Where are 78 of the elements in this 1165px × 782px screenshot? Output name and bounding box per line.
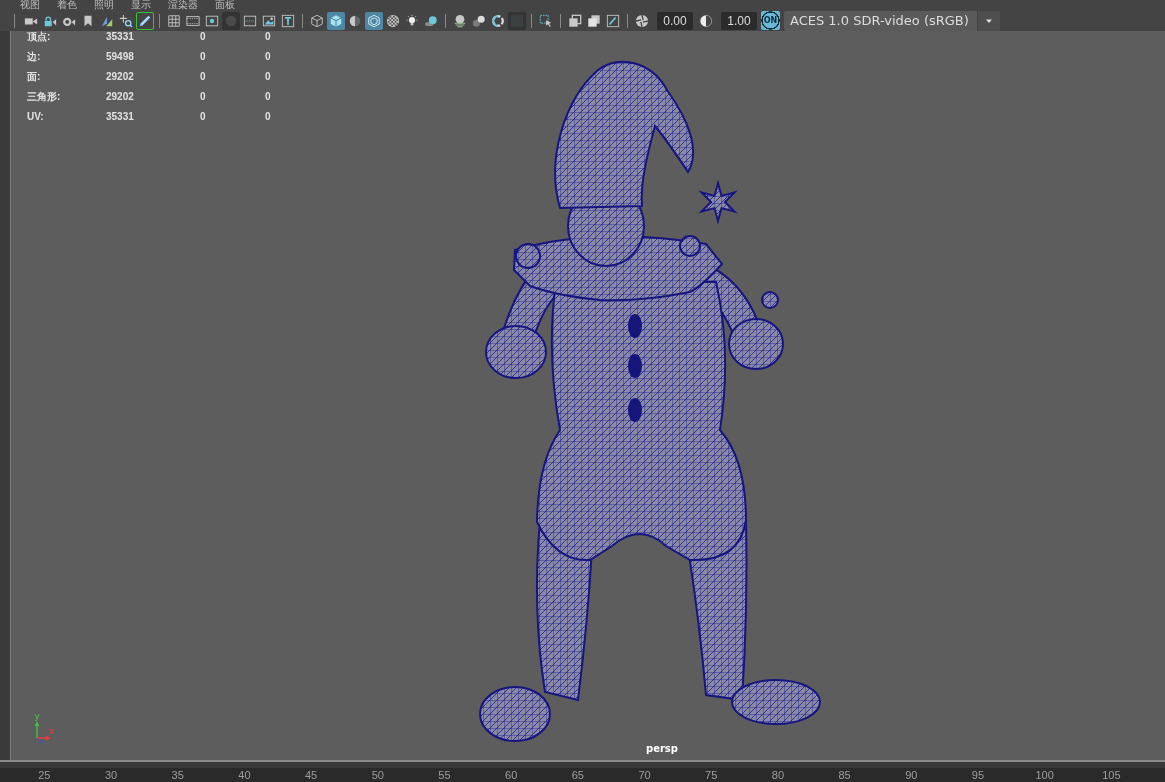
ruler-number: 45	[303, 768, 319, 782]
stat-label: 边:	[27, 52, 42, 62]
stat-label: 三角形:	[27, 92, 62, 102]
wireframe-cube-icon	[310, 13, 324, 28]
ruler-number: 95	[970, 768, 986, 782]
stat-value: 35331	[106, 32, 135, 42]
menu-item[interactable]: 视图	[20, 0, 40, 10]
toolbar-button[interactable]	[327, 11, 345, 30]
view-transform-dropdown[interactable]: ACES 1.0 SDR-video (sRGB)	[784, 10, 1000, 31]
ruler-number: 65	[570, 768, 585, 782]
shadow-sphere-icon	[424, 13, 438, 28]
ruler-number: 80	[770, 768, 786, 782]
stat-value: 0	[200, 72, 207, 82]
menu-item[interactable]: 着色	[57, 0, 77, 10]
menu-item[interactable]: 照明	[94, 0, 114, 10]
stat-value: 35331	[106, 112, 135, 122]
menu-item[interactable]: 显示	[131, 0, 151, 10]
menu-item[interactable]: 渲染器	[168, 0, 198, 10]
ruler-number: 70	[637, 768, 652, 782]
stat-value: 0	[200, 92, 207, 102]
axis-label: x	[49, 726, 55, 736]
shaded-cube-icon	[329, 13, 343, 28]
film-icon	[186, 13, 200, 28]
ruler-number: 30	[103, 768, 119, 782]
ruler-number: 55	[437, 768, 452, 782]
overlap-squares-icon	[587, 13, 601, 28]
ruler-number: 50	[370, 768, 385, 782]
stat-value: 59498	[106, 52, 135, 62]
ruler-number: 35	[170, 768, 185, 782]
ruler-number: 60	[504, 768, 519, 782]
ruler-number: 75	[704, 768, 719, 782]
camera-name-label: persp	[646, 743, 678, 755]
ring-icon	[491, 13, 505, 28]
axis-label: y	[34, 711, 40, 721]
camera-lock-icon	[43, 13, 57, 28]
stat-value: 0	[265, 72, 271, 82]
pencil-icon	[138, 13, 152, 28]
aperture-icon	[635, 13, 649, 28]
stat-label: UV:	[27, 112, 45, 122]
stat-value: 0	[200, 112, 207, 122]
stat-label: 面:	[27, 72, 42, 82]
text-frame-icon	[281, 13, 295, 28]
striped-sphere-icon	[453, 13, 467, 28]
ruler-number: 40	[237, 768, 252, 782]
gamma-field[interactable]: 1.00	[721, 11, 757, 30]
grid-icon	[167, 13, 181, 28]
picture-icon	[262, 13, 276, 28]
stat-value: 29202	[106, 72, 135, 82]
ruler-number: 90	[904, 768, 919, 782]
stat-value: 0	[200, 32, 207, 42]
ruler-number: 85	[837, 768, 852, 782]
stat-value: 0	[265, 32, 271, 42]
half-shaded-circle-icon	[348, 13, 362, 28]
checker-sphere-icon	[386, 13, 400, 28]
stat-label: 顶点:	[27, 32, 52, 42]
stat-value: 0	[265, 112, 271, 122]
light-bulb-icon	[405, 13, 419, 28]
select-cursor-icon	[539, 13, 553, 28]
ruler-number: 105	[1101, 768, 1122, 782]
stat-value: 0	[200, 52, 207, 62]
framed-line-icon	[606, 13, 620, 28]
exposure-field[interactable]: 0.00	[657, 11, 693, 30]
dot-frame-icon	[205, 13, 219, 28]
dotted-frame-icon	[243, 13, 257, 28]
toolbar-button[interactable]	[365, 11, 383, 30]
stat-value: 0	[265, 52, 271, 62]
overlap-squares-icon	[568, 13, 582, 28]
plus-magnifier-icon	[119, 13, 133, 28]
nested-hexagon-icon	[367, 13, 381, 28]
ruler-number: 100	[1034, 768, 1055, 782]
ruler-number: 25	[37, 768, 52, 782]
color-management-toggle[interactable]: ON	[761, 11, 780, 30]
half-circle-icon	[699, 13, 713, 28]
stat-value: 29202	[106, 92, 135, 102]
toolbar-button[interactable]	[136, 11, 154, 30]
stat-value: 0	[265, 92, 271, 102]
two-spheres-icon	[472, 13, 486, 28]
menu-item[interactable]: 面板	[215, 0, 235, 10]
